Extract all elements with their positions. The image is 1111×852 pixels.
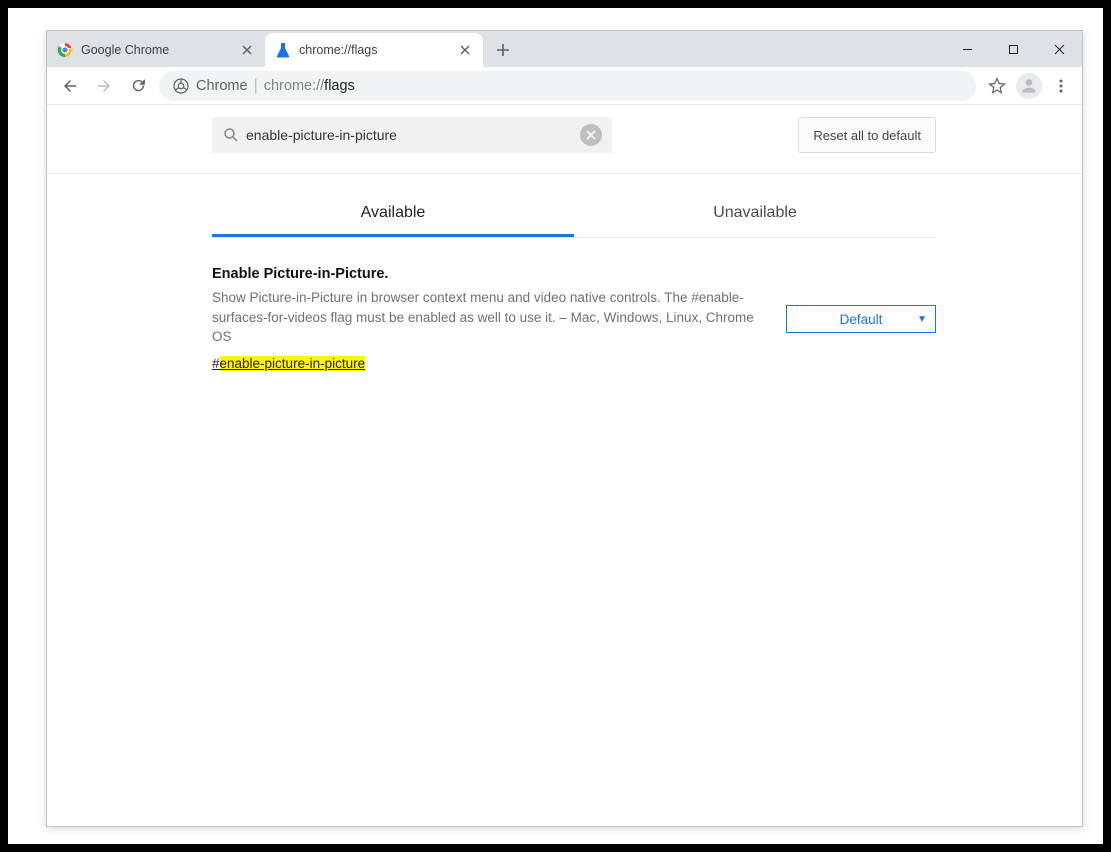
profile-avatar[interactable] — [1016, 73, 1042, 99]
tab-strip: Google Chrome chrome://flags — [47, 31, 1082, 67]
back-button[interactable] — [53, 69, 87, 103]
flask-favicon-icon — [275, 42, 291, 58]
tab-chrome-flags[interactable]: chrome://flags — [265, 33, 483, 67]
chrome-label: Chrome — [196, 78, 248, 94]
close-window-button[interactable] — [1036, 31, 1082, 67]
select-value: Default — [840, 312, 883, 327]
search-icon — [222, 126, 240, 144]
flags-search-input[interactable] — [240, 127, 580, 143]
bookmark-star-icon[interactable] — [982, 77, 1012, 95]
chrome-window: Google Chrome chrome://flags — [46, 30, 1083, 827]
flag-item: Enable Picture-in-Picture. Show Picture-… — [212, 266, 936, 373]
close-tab-icon[interactable] — [457, 42, 473, 58]
flag-permalink[interactable]: #enable-picture-in-picture — [212, 356, 365, 371]
forward-button[interactable] — [87, 69, 121, 103]
clear-search-icon[interactable] — [580, 124, 602, 146]
chrome-favicon-icon — [57, 42, 73, 58]
tab-title: chrome://flags — [299, 43, 457, 57]
chrome-page-icon — [173, 78, 189, 94]
maximize-button[interactable] — [990, 31, 1036, 67]
chrome-menu-icon[interactable] — [1046, 78, 1076, 94]
window-controls — [944, 31, 1082, 67]
flags-search-box[interactable] — [212, 117, 612, 153]
chevron-down-icon: ▼ — [917, 314, 927, 325]
tab-google-chrome[interactable]: Google Chrome — [47, 33, 265, 67]
reload-button[interactable] — [121, 69, 155, 103]
minimize-button[interactable] — [944, 31, 990, 67]
tab-title: Google Chrome — [81, 43, 239, 57]
close-tab-icon[interactable] — [239, 42, 255, 58]
reset-all-button[interactable]: Reset all to default — [798, 117, 936, 153]
flags-tabs: Available Unavailable — [212, 192, 936, 238]
new-tab-button[interactable] — [489, 36, 517, 64]
address-bar[interactable]: Chrome | chrome://flags — [159, 71, 976, 101]
url-text: chrome://flags — [264, 78, 355, 94]
page-scroll-area[interactable]: Reset all to default Available Unavailab… — [47, 105, 1082, 826]
browser-toolbar: Chrome | chrome://flags — [47, 67, 1082, 105]
flag-state-select[interactable]: Default ▼ — [786, 305, 936, 333]
tab-unavailable[interactable]: Unavailable — [574, 192, 936, 237]
separator: | — [254, 77, 258, 95]
flag-description: Show Picture-in-Picture in browser conte… — [212, 288, 768, 347]
tab-available[interactable]: Available — [212, 192, 574, 237]
flag-title: Enable Picture-in-Picture. — [212, 266, 768, 282]
